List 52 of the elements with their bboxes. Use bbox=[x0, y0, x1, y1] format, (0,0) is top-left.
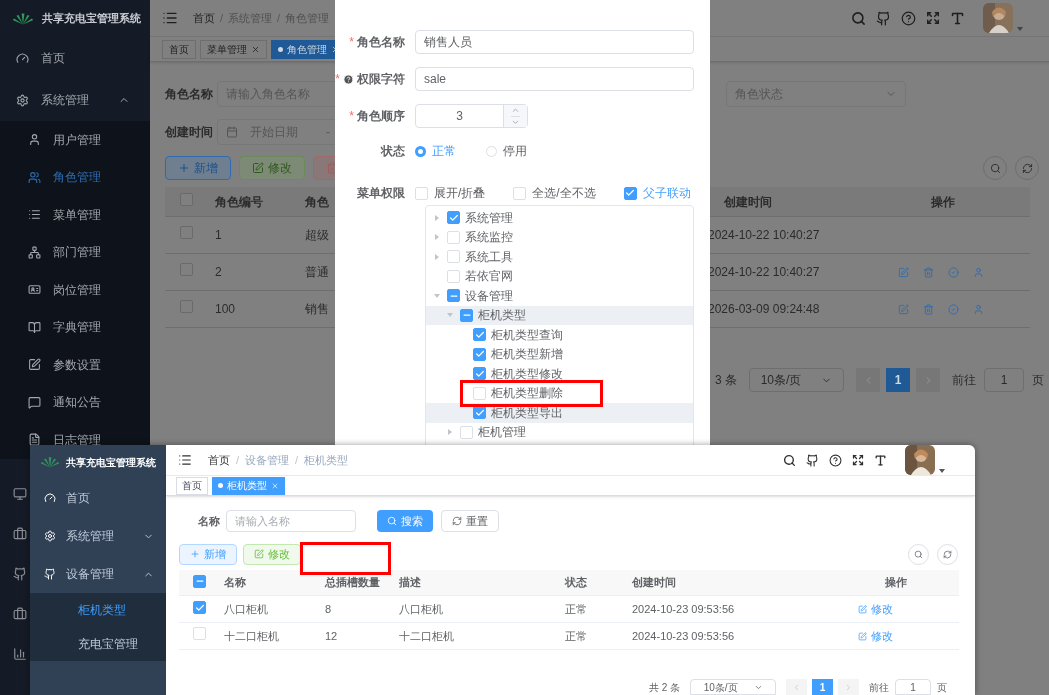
field-label: 状态 bbox=[381, 143, 405, 160]
table-cell-text: 1 bbox=[215, 227, 223, 244]
total-count: 3 条 bbox=[715, 372, 737, 389]
table-cell-text: 2024-10-22 10:40:27 bbox=[708, 227, 821, 244]
required-mark: * bbox=[349, 34, 354, 51]
app-title: 共享充电宝管理系统 bbox=[42, 10, 141, 26]
field-label: 菜单权限 bbox=[357, 185, 405, 202]
breadcrumb-separator: / bbox=[277, 10, 281, 26]
column-header: 操作 bbox=[883, 575, 908, 591]
page-suffix: 页 bbox=[937, 680, 948, 695]
required-mark: * bbox=[349, 108, 354, 125]
field-label: 名称 bbox=[198, 513, 221, 529]
table-cell-text: 销售 bbox=[305, 301, 330, 318]
total-count: 共 2 条 bbox=[649, 680, 681, 695]
column-header: 创建时间 bbox=[632, 575, 677, 591]
table-cell-text: 十二口柜机 bbox=[399, 628, 455, 644]
goto-label: 前往 bbox=[869, 680, 890, 695]
column-header: 总插槽数量 bbox=[325, 575, 381, 591]
table-cell-text: 正常 bbox=[565, 628, 588, 644]
column-header: 角色 bbox=[305, 193, 330, 211]
table-cell-text: 2024-10-23 09:53:56 bbox=[632, 601, 736, 617]
table-cell-text: 八口柜机 bbox=[224, 601, 269, 617]
required-mark: * bbox=[335, 71, 340, 88]
app-title: 共享充电宝管理系统 bbox=[66, 455, 156, 470]
column-header: 创建时间 bbox=[723, 193, 773, 211]
table-cell-text: 十二口柜机 bbox=[224, 628, 280, 644]
column-header: 状态 bbox=[565, 575, 588, 591]
table-cell-text: 2024-10-23 09:53:56 bbox=[632, 628, 736, 644]
table-cell-text: 2024-10-22 10:40:27 bbox=[708, 264, 821, 281]
table-cell-text: 超级 bbox=[305, 227, 330, 244]
breadcrumb-separator: / bbox=[295, 452, 299, 468]
table-cell-text: 100 bbox=[215, 301, 237, 318]
goto-label: 前往 bbox=[952, 372, 976, 389]
breadcrumb-separator: / bbox=[220, 10, 224, 26]
page-suffix: 页 bbox=[1032, 372, 1044, 389]
table-cell-text: 八口柜机 bbox=[399, 601, 444, 617]
table-cell-text: 正常 bbox=[565, 601, 588, 617]
field-label: 创建时间 bbox=[165, 123, 214, 141]
field-label: 角色名称 bbox=[357, 34, 405, 51]
field-label: 角色顺序 bbox=[357, 108, 405, 125]
column-header: 角色编号 bbox=[215, 193, 264, 211]
column-header: 描述 bbox=[399, 575, 422, 591]
column-header: 名称 bbox=[224, 575, 247, 591]
table-cell-text: 8 bbox=[325, 601, 333, 617]
table-cell-text: 2 bbox=[215, 264, 223, 281]
field-label: 角色名称 bbox=[165, 85, 214, 103]
breadcrumb-separator: / bbox=[236, 452, 240, 468]
table-cell-text: 2026-03-09 09:24:48 bbox=[708, 301, 821, 318]
table-cell-text: 普通 bbox=[305, 264, 330, 281]
table-cell-text: 12 bbox=[325, 628, 339, 644]
field-label: 权限字符 bbox=[357, 71, 405, 88]
column-header: 操作 bbox=[930, 193, 956, 211]
